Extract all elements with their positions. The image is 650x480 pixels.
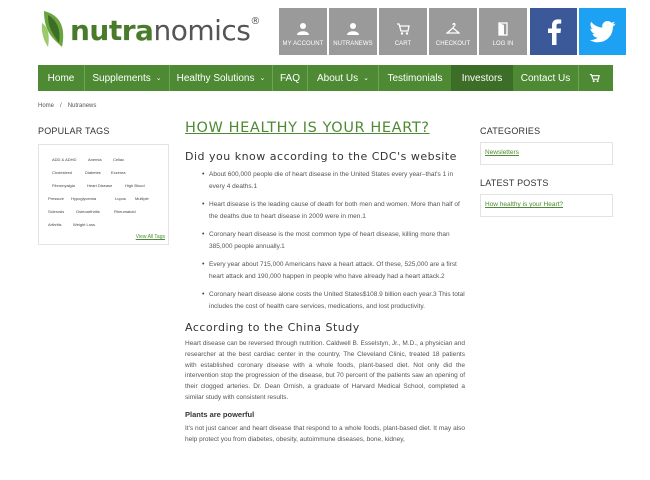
tag-link[interactable]: Anemia <box>88 157 102 162</box>
tag-link[interactable]: Hypoglycemia <box>71 196 96 201</box>
brand-name-bold: nutra <box>70 13 154 47</box>
account-toolbar: MY ACCOUNT NUTRANEWS CART CHECKOUT LOG I… <box>279 8 626 55</box>
door-icon <box>498 22 508 36</box>
breadcrumb-current: Nutranews <box>67 103 97 109</box>
nav-healthy-solutions-label: Healthy Solutions <box>176 72 255 84</box>
stats-list: About 600,000 people die of heart diseas… <box>202 169 465 313</box>
tag-link[interactable]: Multiple <box>135 196 149 201</box>
tag-link[interactable]: Rheumatoid <box>114 209 136 214</box>
my-account-button[interactable]: MY ACCOUNT <box>279 8 327 55</box>
tag-cloud: ADD & ADHD Anemia Celiac Cholesterol Dia… <box>38 144 169 245</box>
latest-posts-title: LATEST POSTS <box>480 178 549 188</box>
checkout-button[interactable]: CHECKOUT <box>429 8 477 55</box>
chevron-down-icon: ⌄ <box>155 75 162 82</box>
twitter-icon <box>589 20 615 42</box>
nav-faq[interactable]: FAQ <box>273 65 307 91</box>
list-item: Heart disease is the leading cause of de… <box>202 199 465 223</box>
tag-link[interactable]: Lupus <box>115 196 126 201</box>
article-title[interactable]: HOW HEALTHY IS YOUR HEART? <box>185 120 465 136</box>
breadcrumb-home[interactable]: Home <box>38 103 54 109</box>
subheading: Plants are powerful <box>185 409 255 419</box>
login-button[interactable]: LOG IN <box>479 8 527 55</box>
cart-icon <box>397 23 410 35</box>
tag-link[interactable]: Cholesterol <box>52 170 72 175</box>
brand-logo[interactable]: nutranomics® <box>40 9 260 49</box>
tag-link[interactable]: Sclerosis <box>48 209 64 214</box>
nav-about-us-label: About Us <box>316 72 359 84</box>
tag-link[interactable]: Pressure <box>48 196 64 201</box>
nav-home-label: Home <box>47 72 75 84</box>
facebook-button[interactable] <box>530 8 577 55</box>
checkout-label: CHECKOUT <box>435 41 471 47</box>
categories-title: CATEGORIES <box>480 126 541 136</box>
nav-about-us[interactable]: About Us ⌄ <box>308 65 378 91</box>
list-item: Every year about 715,000 Americans have … <box>202 259 465 283</box>
list-item: Coronary heart disease alone costs the U… <box>202 289 465 313</box>
tag-link[interactable]: Osteoarthritis <box>76 209 100 214</box>
nav-faq-label: FAQ <box>279 72 300 84</box>
nav-testimonials[interactable]: Testimonials <box>379 65 451 91</box>
nutranews-button[interactable]: NUTRANEWS <box>329 8 377 55</box>
my-account-label: MY ACCOUNT <box>282 41 324 47</box>
article-paragraph: Heart disease can be reversed through nu… <box>185 340 465 401</box>
nav-contact-us-label: Contact Us <box>520 72 571 84</box>
tag-link[interactable]: Celiac <box>113 157 124 162</box>
nutranews-label: NUTRANEWS <box>333 41 373 47</box>
tag-link[interactable]: ADD & ADHD <box>52 157 76 162</box>
list-item: About 600,000 people die of heart diseas… <box>202 169 465 193</box>
section-heading: Did you know according to the CDC's webs… <box>185 150 457 163</box>
nav-contact-us[interactable]: Contact Us <box>513 65 578 91</box>
article: HOW HEALTHY IS YOUR HEART? Did you know … <box>185 120 465 445</box>
nav-testimonials-label: Testimonials <box>387 72 443 84</box>
categories-box: Newsletters <box>480 142 613 165</box>
nav-supplements-label: Supplements <box>92 72 151 84</box>
latest-post-link[interactable]: How healthy is your Heart? <box>485 201 563 208</box>
main-nav: Home Supplements ⌄ Healthy Solutions ⌄ FAQ… <box>38 65 613 91</box>
tag-link[interactable]: High Blood <box>125 183 145 188</box>
tag-link[interactable]: Heart Disease <box>87 183 112 188</box>
nav-supplements[interactable]: Supplements ⌄ <box>85 65 169 91</box>
registered-mark: ® <box>250 15 260 27</box>
nav-investors[interactable]: Investors <box>451 65 513 91</box>
article-paragraph: It's not just cancer and heart disease t… <box>185 424 465 443</box>
hanger-icon <box>446 22 460 34</box>
popular-tags-title: POPULAR TAGS <box>38 126 110 136</box>
user-icon <box>297 23 309 35</box>
latest-posts-box: How healthy is your Heart? <box>480 194 613 217</box>
brand-wordmark: nutranomics® <box>70 14 260 47</box>
chevron-down-icon: ⌄ <box>363 75 369 82</box>
breadcrumb: Home / Nutranews <box>38 103 102 109</box>
nav-cart[interactable] <box>579 65 609 91</box>
nav-healthy-solutions[interactable]: Healthy Solutions ⌄ <box>170 65 272 91</box>
cart-icon <box>589 73 600 83</box>
tag-link[interactable]: Eczema <box>111 170 125 175</box>
tag-link[interactable]: Diabetes <box>85 170 101 175</box>
category-link[interactable]: Newsletters <box>485 149 519 156</box>
nav-investors-label: Investors <box>461 72 503 84</box>
nav-home[interactable]: Home <box>38 65 84 91</box>
facebook-icon <box>547 18 561 45</box>
chevron-down-icon: ⌄ <box>259 75 266 82</box>
view-all-tags-link[interactable]: View All Tags <box>136 234 165 240</box>
tag-link[interactable]: Arthritis <box>48 222 62 227</box>
user-icon <box>347 23 359 35</box>
cart-button[interactable]: CART <box>379 8 427 55</box>
leaf-face-icon <box>41 11 64 47</box>
twitter-button[interactable] <box>579 8 626 55</box>
tag-link[interactable]: Fibromyalgia <box>52 183 75 188</box>
brand-name-rest: nomics <box>153 13 251 47</box>
breadcrumb-separator: / <box>60 103 62 109</box>
tag-link[interactable]: Weight Loss <box>73 222 95 227</box>
section-heading: According to the China Study <box>185 321 360 334</box>
login-label: LOG IN <box>492 41 514 47</box>
cart-label: CART <box>394 41 412 47</box>
list-item: Coronary heart disease is the most commo… <box>202 229 465 253</box>
